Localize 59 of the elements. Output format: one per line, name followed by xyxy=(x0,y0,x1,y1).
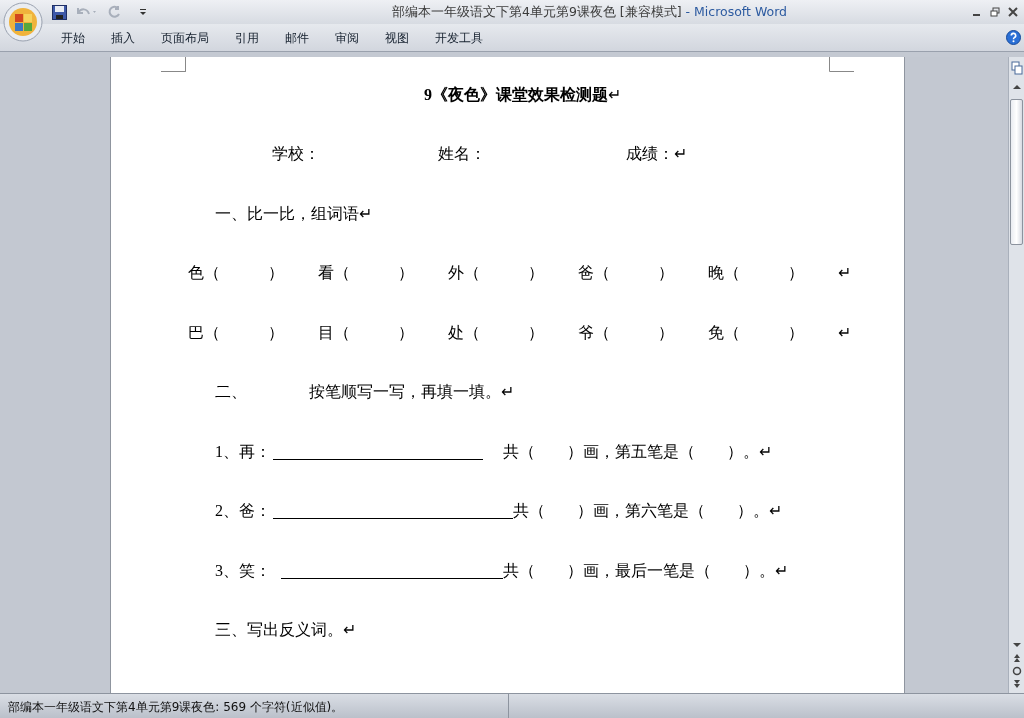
paragraph-mark: ↵ xyxy=(343,620,356,641)
ribbon-tab[interactable]: 页面布局 xyxy=(148,28,222,47)
next-page-icon[interactable] xyxy=(1011,679,1022,689)
section-heading: 一、比一比，组词语 xyxy=(215,203,359,224)
ribbon-tab[interactable]: 开发工具 xyxy=(422,28,496,47)
question-text: 共（ ）画，第五笔是（ ）。 xyxy=(503,441,759,462)
word-prompt: 爷（ ） xyxy=(578,322,675,343)
field-label: 学校： xyxy=(272,144,320,165)
restore-icon[interactable] xyxy=(990,7,1000,17)
window-title: 部编本一年级语文下第4单元第9课夜色 [兼容模式] xyxy=(391,3,682,19)
previous-page-icon[interactable] xyxy=(1011,653,1022,663)
ribbon-tab[interactable]: 开始 xyxy=(48,28,98,47)
question-text: 共（ ）画，第六笔是（ ）。 xyxy=(513,501,769,522)
field-label: 成绩： xyxy=(626,144,674,165)
word-prompt: 目（ ） xyxy=(318,322,415,343)
paragraph-mark: ↵ xyxy=(838,263,851,284)
help-icon[interactable] xyxy=(1006,30,1021,45)
scroll-down-icon[interactable] xyxy=(1011,641,1022,649)
save-icon[interactable] xyxy=(52,4,67,20)
close-icon[interactable] xyxy=(1008,7,1018,17)
ribbon-tab[interactable]: 视图 xyxy=(372,28,422,47)
field-label: 姓名： xyxy=(438,144,486,165)
paragraph-mark: ↵ xyxy=(674,144,687,165)
margin-mark xyxy=(829,57,854,72)
ruler-toggle-icon[interactable] xyxy=(1010,61,1023,75)
document-title: 9《夜色》课堂效果检测题 xyxy=(424,84,608,105)
browse-object-icon[interactable] xyxy=(1011,666,1022,676)
question-label: 2、爸： xyxy=(215,501,271,522)
margin-mark xyxy=(161,57,186,72)
scrollbar-thumb[interactable] xyxy=(1010,99,1023,245)
question-text: 共（ ）画，最后一笔是（ ）。 xyxy=(503,560,775,581)
ribbon-tab[interactable]: 插入 xyxy=(98,28,148,47)
paragraph-mark: ↵ xyxy=(775,560,788,581)
section-number: 二、 xyxy=(215,382,247,403)
status-text: 部编本一年级语文下第4单元第9课夜色: 569 个字符(近似值)。 xyxy=(8,698,345,716)
word-prompt: 看（ ） xyxy=(318,263,415,284)
word-prompt: 晚（ ） xyxy=(708,263,805,284)
word-prompt: 处（ ） xyxy=(448,322,545,343)
word-prompt: 免（ ） xyxy=(708,322,805,343)
section-heading: 三、写出反义词。 xyxy=(215,620,343,641)
ribbon-tab[interactable]: 引用 xyxy=(222,28,272,47)
question-label: 3、笑： xyxy=(215,560,271,581)
question-label: 1、再： xyxy=(215,441,271,462)
paragraph-mark: ↵ xyxy=(759,441,772,462)
section-heading: 按笔顺写一写，再填一填。 xyxy=(309,382,501,403)
ribbon-tab[interactable]: 邮件 xyxy=(272,28,322,47)
paragraph-mark: ↵ xyxy=(501,382,514,403)
paragraph-mark: ↵ xyxy=(838,322,851,343)
word-prompt: 爸（ ） xyxy=(578,263,675,284)
paragraph-mark: ↵ xyxy=(769,501,782,522)
word-prompt: 外（ ） xyxy=(448,263,545,284)
paragraph-mark: ↵ xyxy=(359,203,372,224)
ribbon-tab[interactable]: 审阅 xyxy=(322,28,372,47)
word-prompt: 色（ ） xyxy=(188,263,285,284)
customize-dropdown-icon[interactable] xyxy=(139,8,147,16)
app-name: - Microsoft Word xyxy=(685,3,788,19)
paragraph-mark: ↵ xyxy=(608,84,621,105)
word-prompt: 巴（ ） xyxy=(188,322,285,343)
scroll-up-icon[interactable] xyxy=(1011,83,1022,91)
